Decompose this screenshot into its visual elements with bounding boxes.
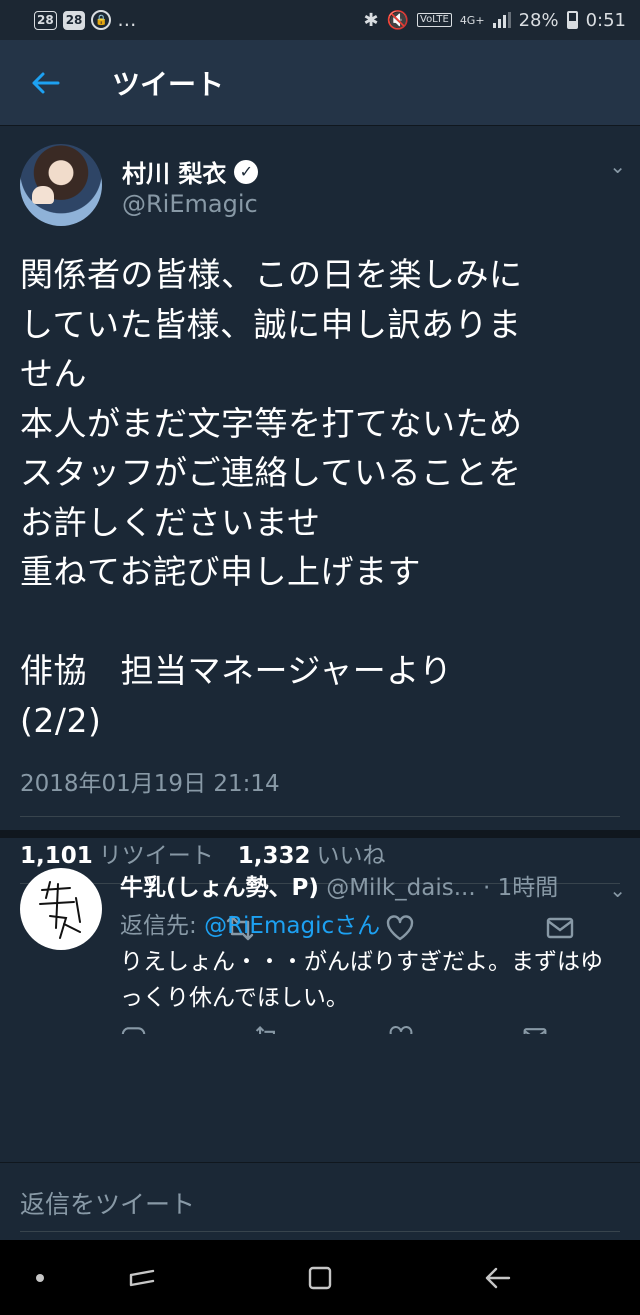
signal-icon — [492, 12, 511, 28]
page-title: ツイート — [112, 67, 225, 101]
retweet-icon — [255, 1025, 275, 1034]
system-back-button[interactable] — [478, 1258, 518, 1298]
tweet-timestamp: 2018年01月19日 21:14 — [20, 771, 280, 797]
reply-actions — [120, 1024, 620, 1034]
reply-like-button[interactable] — [388, 1024, 414, 1034]
avatar[interactable] — [20, 144, 102, 226]
network-type: 4G+ — [459, 13, 485, 27]
reply-text: りえしょん・・・がんばりすぎだよ。まずはゆっくり休んでほしい。 — [120, 949, 603, 1011]
nav-dot-icon — [36, 1274, 44, 1282]
lock-icon: 🔒 — [91, 10, 112, 30]
battery-icon — [566, 11, 578, 29]
calligraphy-avatar-image — [39, 881, 81, 939]
verified-icon: ✓ — [234, 159, 259, 184]
nav-home-icon — [308, 1266, 332, 1290]
section-separator — [0, 830, 640, 838]
nav-back-icon — [485, 1267, 511, 1289]
reply-share-button[interactable] — [522, 1024, 548, 1034]
more-notifications: … — [117, 9, 137, 31]
mute-icon: 🔇 — [386, 9, 409, 31]
recents-button[interactable] — [122, 1258, 162, 1298]
reply-compose-input[interactable]: 返信をツイート — [20, 1185, 195, 1221]
nav-dot-button[interactable] — [20, 1258, 60, 1298]
author-name-text: 村川 梨衣 — [122, 160, 227, 188]
home-button[interactable] — [300, 1258, 340, 1298]
reply-to-line: 返信先: @RiEmagicさん — [120, 906, 380, 940]
compose-underline — [20, 1231, 620, 1232]
reply-retweet-button[interactable] — [254, 1024, 280, 1034]
reply-to-mention[interactable]: @RiEmagicさん — [204, 913, 380, 939]
back-arrow-icon — [32, 72, 60, 93]
like-icon — [389, 1026, 413, 1034]
reply-icon — [121, 1027, 146, 1034]
reply-handle[interactable]: @Milk_dais... — [326, 875, 475, 901]
battery-percent: 28% — [518, 9, 559, 31]
clock: 0:51 — [585, 9, 626, 31]
reply-compose-bar: 返信をツイート — [0, 1162, 640, 1240]
volte-icon: VoLTE — [417, 13, 452, 27]
chevron-down-icon[interactable]: ⌄ — [609, 878, 626, 902]
nav-recents-icon — [129, 1269, 155, 1287]
author-name[interactable]: 村川 梨衣 ✓ — [122, 154, 259, 189]
tweet-text: 関係者の皆様、この日を楽しみに していた皆様、誠に申し訳ありま せん 本人がまだ… — [20, 255, 523, 740]
message-icon — [523, 1028, 547, 1034]
status-bar: 28 28 🔒 … ✱ 🔇 VoLTE 4G+ 28% 0:51 — [0, 0, 640, 40]
chevron-down-icon[interactable]: ⌄ — [609, 154, 626, 178]
reply-header: 牛乳(しょん勢、P) @Milk_dais... · 1時間 — [120, 868, 558, 902]
divider — [20, 816, 620, 817]
back-button[interactable] — [0, 40, 90, 126]
reply-author-name[interactable]: 牛乳(しょん勢、P) — [120, 875, 319, 901]
reply-tweet[interactable]: 牛乳(しょん勢、P) @Milk_dais... · 1時間 ⌄ 返信先: @R… — [0, 838, 640, 1034]
notification-icon-1: 28 — [34, 10, 57, 30]
author-handle[interactable]: @RiEmagic — [122, 190, 258, 218]
reply-to-label: 返信先: — [120, 913, 197, 939]
system-nav-bar — [0, 1240, 640, 1315]
top-app-bar: ツイート — [0, 40, 640, 126]
reply-reply-button[interactable] — [120, 1024, 146, 1034]
notification-icon-2: 28 — [62, 10, 86, 30]
bluetooth-icon: ✱ — [363, 9, 379, 31]
reply-time: · 1時間 — [482, 875, 559, 901]
reply-avatar[interactable] — [20, 868, 102, 950]
